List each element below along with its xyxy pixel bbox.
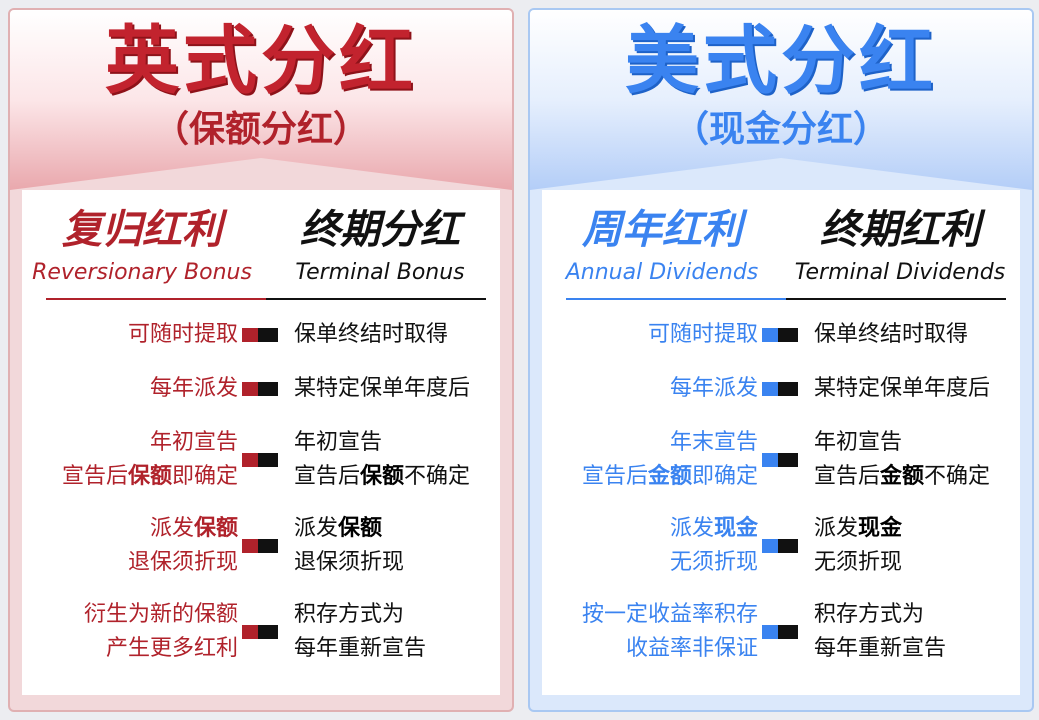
us-row-2-left: 每年派发 (669, 376, 758, 401)
us-dividend-panel: 美式分红 （现金分红） 周年红利 Annual Dividends 终期红利 T… (528, 8, 1034, 712)
uk-header: 英式分红 （保额分红） (10, 10, 512, 190)
us-row-4-right: 派发现金 无须折现 (814, 516, 903, 575)
uk-dividend-panel: 英式分红 （保额分红） 复归红利 Reversionary Bonus 终期分红… (8, 8, 514, 712)
uk-row-5-right: 积存方式为 每年重新宣告 (294, 602, 427, 661)
uk-title: 英式分红 (105, 18, 417, 104)
us-row-1-right: 保单终结时取得 (814, 322, 969, 347)
us-row-1-marker (762, 328, 798, 342)
us-row-3-left: 年末宣告 宣告后金额即确定 (581, 430, 758, 489)
uk-left-underline (46, 298, 266, 300)
us-title: 美式分红 (625, 18, 937, 104)
us-row-3-right: 年初宣告 宣告后金额不确定 (814, 430, 991, 489)
uk-right-column-head: 终期分红 Terminal Bonus (270, 204, 490, 288)
uk-left-column-head: 复归红利 Reversionary Bonus (32, 204, 252, 288)
us-left-underline (566, 298, 786, 300)
uk-right-underline (266, 298, 486, 300)
us-row-4-marker (762, 539, 798, 553)
us-row-2-right: 某特定保单年度后 (814, 376, 991, 401)
us-row-5-right: 积存方式为 每年重新宣告 (814, 602, 947, 661)
us-row-4-left: 派发现金 无须折现 (669, 516, 758, 575)
us-right-underline (786, 298, 1006, 300)
uk-left-head-zh: 复归红利 (62, 207, 222, 253)
us-header: 美式分红 （现金分红） (530, 10, 1032, 190)
uk-row-5-marker (242, 625, 278, 639)
uk-row-5-left: 衍生为新的保额 产生更多红利 (83, 602, 238, 661)
us-row-3-marker (762, 453, 798, 467)
us-comparison-card: 周年红利 Annual Dividends 终期红利 Terminal Divi… (542, 190, 1020, 695)
us-right-head-zh: 终期红利 (820, 207, 980, 253)
uk-subtitle: （保额分红） (152, 109, 369, 150)
us-left-column-head: 周年红利 Annual Dividends (552, 204, 772, 288)
uk-right-head-zh: 终期分红 (300, 207, 460, 253)
uk-row-1-marker (242, 328, 278, 342)
uk-row-3-marker (242, 453, 278, 467)
uk-row-4-right: 派发保额 退保须折现 (294, 516, 405, 575)
us-row-5-marker (762, 625, 798, 639)
uk-row-1-right: 保单终结时取得 (294, 322, 449, 347)
us-right-column-head: 终期红利 Terminal Dividends (790, 204, 1010, 288)
uk-row-3-right: 年初宣告 宣告后保额不确定 (294, 430, 471, 489)
uk-row-2-left: 每年派发 (149, 376, 238, 401)
us-subtitle: （现金分红） (672, 109, 889, 150)
us-row-5-left: 按一定收益率积存 收益率非保证 (581, 602, 758, 661)
uk-row-2-marker (242, 382, 278, 396)
uk-row-4-left: 派发保额 退保须折现 (127, 516, 238, 575)
uk-row-3-left: 年初宣告 宣告后保额即确定 (61, 430, 238, 489)
uk-left-head-en: Reversionary Bonus (32, 260, 252, 285)
us-right-head-en: Terminal Dividends (794, 260, 1006, 285)
us-row-1-left: 可随时提取 (647, 322, 758, 347)
uk-right-head-en: Terminal Bonus (295, 260, 465, 285)
uk-row-2-right: 某特定保单年度后 (294, 376, 471, 401)
uk-row-1-left: 可随时提取 (127, 322, 238, 347)
us-row-2-marker (762, 382, 798, 396)
uk-comparison-card: 复归红利 Reversionary Bonus 终期分红 Terminal Bo… (22, 190, 500, 695)
us-left-head-zh: 周年红利 (582, 207, 742, 253)
us-left-head-en: Annual Dividends (565, 260, 759, 285)
uk-row-4-marker (242, 539, 278, 553)
